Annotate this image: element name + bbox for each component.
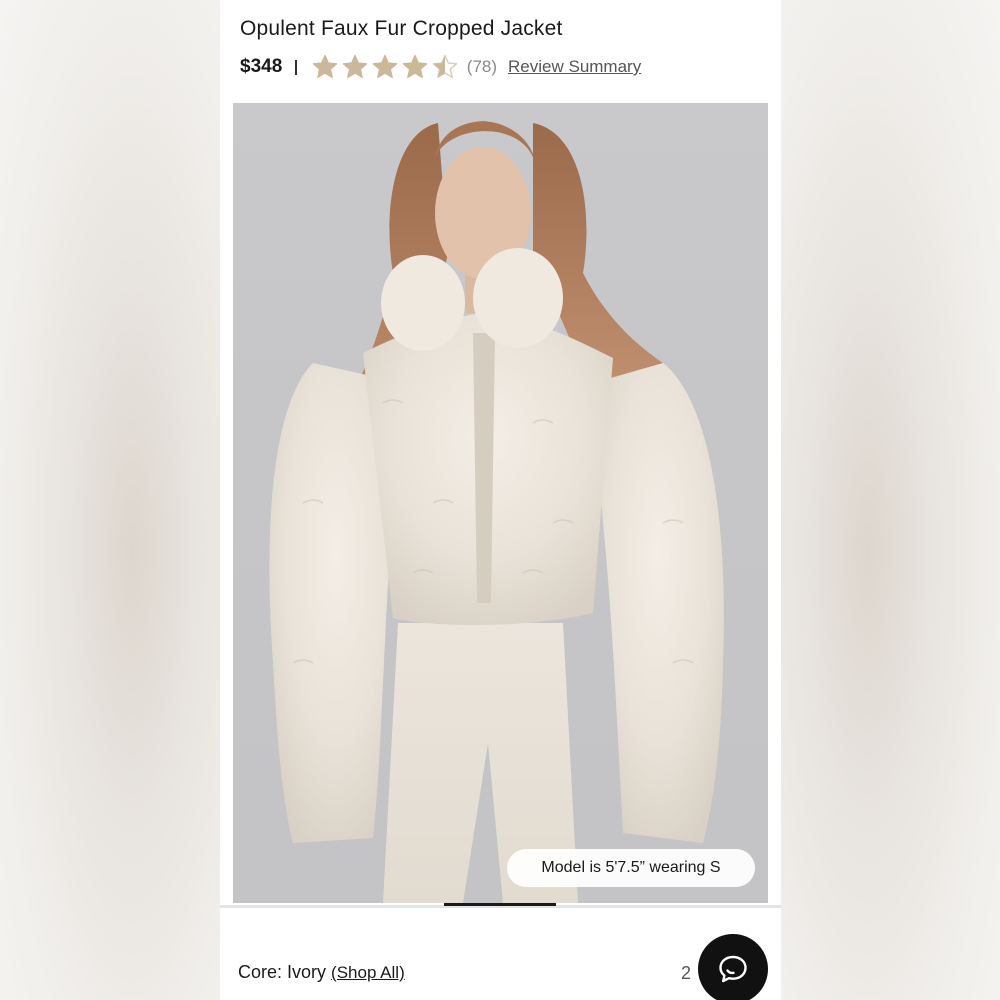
color-selection-row: Core: Ivory (Shop All) [238, 962, 405, 983]
divider [295, 59, 297, 75]
star-rating[interactable] [311, 53, 461, 81]
product-image[interactable]: Model is 5'7.5” wearing S [233, 103, 768, 903]
model-size-badge: Model is 5'7.5” wearing S [507, 849, 755, 887]
color-label: Core: Ivory [238, 962, 327, 982]
chat-bubble-icon [719, 955, 747, 983]
star-icon [342, 54, 367, 78]
review-summary-link[interactable]: Review Summary [508, 57, 641, 77]
product-price: $348 [240, 56, 283, 77]
model-photo-illustration [269, 121, 724, 903]
star-icon [372, 54, 397, 78]
product-title: Opulent Faux Fur Cropped Jacket [240, 17, 563, 40]
review-count[interactable]: (78) [467, 57, 497, 77]
shop-all-link[interactable]: (Shop All) [331, 963, 405, 983]
background-right [780, 0, 1000, 1000]
swatch-count: 2 [681, 963, 692, 983]
star-icon [432, 54, 457, 78]
chat-button[interactable] [698, 934, 768, 1000]
product-panel: Opulent Faux Fur Cropped Jacket $348 (78… [220, 0, 781, 1000]
carousel-progress-indicator[interactable] [444, 903, 556, 906]
price-rating-row: $348 (78) Review Summary [240, 52, 641, 82]
star-icon [312, 54, 337, 78]
star-icon [402, 54, 427, 78]
background-left [0, 0, 220, 1000]
